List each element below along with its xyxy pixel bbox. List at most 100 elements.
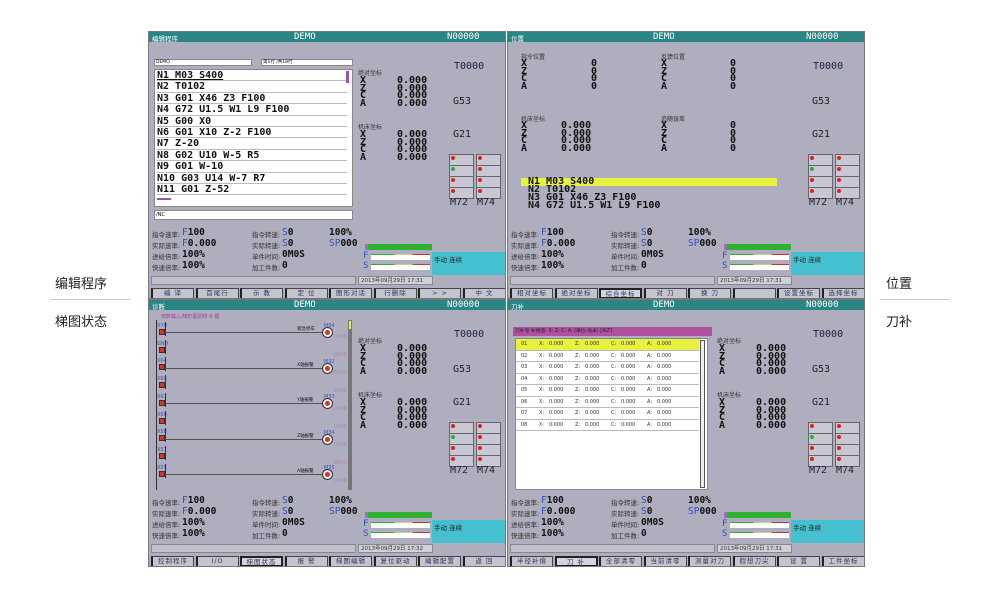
- offset-x[interactable]: 0.000: [549, 362, 563, 373]
- softkey-5[interactable]: 梯图编辑: [329, 556, 372, 566]
- offset-z[interactable]: 0.000: [585, 385, 599, 396]
- program-line[interactable]: N5 G00 X0: [157, 116, 347, 127]
- program-line[interactable]: N10 G03 U14 W-7 R7: [157, 173, 347, 184]
- offset-c[interactable]: 0.000: [621, 420, 635, 431]
- table-row[interactable]: 05 X: 0.000 Z: 0.000 C: 0.000 A: 0.000: [516, 385, 699, 397]
- softkey-2[interactable]: 首尾行: [195, 288, 239, 298]
- message-bar: [510, 544, 715, 553]
- program-line[interactable]: N9 G01 W-10: [157, 161, 347, 173]
- offset-z[interactable]: 0.000: [585, 408, 599, 419]
- file-name-field[interactable]: DEMO: [154, 59, 252, 66]
- offset-c[interactable]: 0.000: [621, 408, 635, 419]
- softkey-4[interactable]: 对 刀: [643, 288, 687, 298]
- offset-a[interactable]: 0.000: [657, 397, 671, 408]
- softkey-3[interactable]: 示 教: [240, 288, 283, 298]
- softkey-3[interactable]: 全部清零: [599, 556, 642, 566]
- softkey-6[interactable]: 复位驱动: [373, 556, 417, 566]
- softkey-8[interactable]: 中 文: [462, 288, 505, 298]
- program-line[interactable]: N1 M03 S400: [157, 70, 347, 82]
- offset-z[interactable]: 0.000: [585, 374, 599, 385]
- m-code-indicator: M72: [449, 187, 474, 208]
- offset-x[interactable]: 0.000: [549, 374, 563, 385]
- softkey-6[interactable]: 行删除: [373, 288, 417, 298]
- offset-c[interactable]: 0.000: [621, 385, 635, 396]
- offset-c[interactable]: 0.000: [621, 362, 635, 373]
- feed-rate-bar: [730, 522, 789, 528]
- table-row[interactable]: 01 X: 0.000 Z: 0.000 C: 0.000 A: 0.000: [516, 339, 699, 351]
- softkey-3[interactable]: 梯图状态: [240, 556, 283, 566]
- offset-x[interactable]: 0.000: [549, 420, 563, 431]
- offset-z[interactable]: 0.000: [585, 351, 599, 362]
- offset-x[interactable]: 0.000: [549, 339, 563, 350]
- offset-a[interactable]: 0.000: [657, 362, 671, 373]
- softkey-8[interactable]: 返 回: [462, 556, 505, 566]
- offset-x[interactable]: 0.000: [549, 397, 563, 408]
- table-scrollbar[interactable]: [700, 340, 705, 488]
- horizontal-scrollbar[interactable]: [157, 198, 171, 200]
- program-line[interactable]: N3 G01 X46 Z3 F100: [157, 93, 347, 105]
- softkey-5[interactable]: 图形对话: [329, 288, 372, 298]
- softkey-7[interactable]: 设 置: [777, 556, 820, 566]
- col-label-x: X:: [539, 421, 545, 428]
- softkey-7[interactable]: 设置坐标: [777, 288, 820, 298]
- offset-x[interactable]: 0.000: [549, 408, 563, 419]
- softkey-7[interactable]: 编辑配置: [418, 556, 461, 566]
- program-editor[interactable]: N1 M03 S400 N2 T0102 N3 G01 X46 Z3 F100 N4 …: [154, 69, 353, 207]
- offset-c[interactable]: 0.000: [621, 339, 635, 350]
- col-label-x: X:: [539, 410, 545, 416]
- offset-c[interactable]: 0.000: [621, 374, 635, 385]
- offset-c[interactable]: 0.000: [621, 397, 635, 408]
- softkey-5[interactable]: 测量对刀: [688, 556, 731, 566]
- offset-x[interactable]: 0.000: [549, 385, 563, 396]
- softkey-2[interactable]: I/O: [195, 556, 239, 566]
- program-line[interactable]: N11 G01 Z-52: [157, 184, 347, 196]
- status-number: 0.000: [546, 506, 576, 517]
- softkey-6[interactable]: 假想刀尖: [732, 556, 776, 566]
- program-line[interactable]: N8 G02 U10 W-5 R5: [157, 150, 347, 162]
- softkey-4[interactable]: 当前清零: [643, 556, 687, 566]
- table-row[interactable]: 07 X: 0.000 Z: 0.000 C: 0.000 A: 0.000: [516, 408, 699, 420]
- softkey-6[interactable]: [732, 288, 776, 298]
- program-line[interactable]: N2 T0102: [157, 81, 347, 93]
- softkey-1[interactable]: 编 译: [151, 288, 194, 298]
- status-label: 指令速率:: [152, 499, 181, 507]
- softkey-8[interactable]: 选择坐标: [821, 288, 864, 298]
- offset-a[interactable]: 0.000: [657, 420, 671, 431]
- offset-z[interactable]: 0.000: [585, 362, 599, 373]
- table-row[interactable]: 02 X: 0.000 Z: 0.000 C: 0.000 A: 0.000: [516, 351, 699, 362]
- vertical-scrollbar[interactable]: [346, 71, 349, 83]
- ladder-scrollbar[interactable]: [348, 320, 352, 490]
- table-row[interactable]: 08 X: 0.000 Z: 0.000 C: 0.000 A: 0.000: [516, 420, 699, 431]
- softkey-1[interactable]: 半径补偿: [510, 556, 553, 566]
- softkey-4[interactable]: 报 警: [284, 556, 328, 566]
- offset-a[interactable]: 0.000: [657, 374, 671, 385]
- offset-table[interactable]: 01 X: 0.000 Z: 0.000 C: 0.000 A: 0.000 02 X: 0.000 Z…: [515, 338, 708, 490]
- softkey-4[interactable]: 定 位: [284, 288, 328, 298]
- softkey-2[interactable]: 绝对坐标: [554, 288, 598, 298]
- program-line[interactable]: N7 Z-20: [157, 138, 347, 150]
- program-line[interactable]: N6 G01 X10 Z-2 F100: [157, 127, 347, 139]
- offset-a[interactable]: 0.000: [657, 408, 671, 419]
- offset-z[interactable]: 0.000: [585, 420, 599, 431]
- offset-a[interactable]: 0.000: [657, 351, 671, 362]
- softkey-5[interactable]: 换 刀: [688, 288, 731, 298]
- softkey-1[interactable]: 控制程序: [151, 556, 194, 566]
- table-row[interactable]: 04 X: 0.000 Z: 0.000 C: 0.000 A: 0.000: [516, 374, 699, 385]
- offset-x[interactable]: 0.000: [549, 351, 563, 362]
- softkey-8[interactable]: 工件坐标: [821, 556, 864, 566]
- program-line[interactable]: N4 G72 U1.5 W1 L9 F100: [157, 104, 347, 116]
- softkey-7[interactable]: > >: [418, 288, 461, 298]
- offset-a[interactable]: 0.000: [657, 339, 671, 350]
- softkey-1[interactable]: 相对坐标: [510, 288, 553, 298]
- rung-number: 0005: [334, 424, 347, 430]
- table-row[interactable]: 06 X: 0.000 Z: 0.000 C: 0.000 A: 0.000: [516, 397, 699, 408]
- offset-a[interactable]: 0.000: [657, 385, 671, 396]
- softkey-3[interactable]: 综合坐标: [599, 288, 642, 298]
- table-row[interactable]: 03 X: 0.000 Z: 0.000 C: 0.000 A: 0.000: [516, 362, 699, 374]
- softkey-2[interactable]: 刀 补: [554, 556, 598, 566]
- offset-z[interactable]: 0.000: [585, 339, 599, 350]
- offset-z[interactable]: 0.000: [585, 397, 599, 408]
- offset-c[interactable]: 0.000: [621, 351, 635, 362]
- scroll-thumb[interactable]: [349, 321, 351, 329]
- nc-command-field[interactable]: /NC: [154, 210, 353, 220]
